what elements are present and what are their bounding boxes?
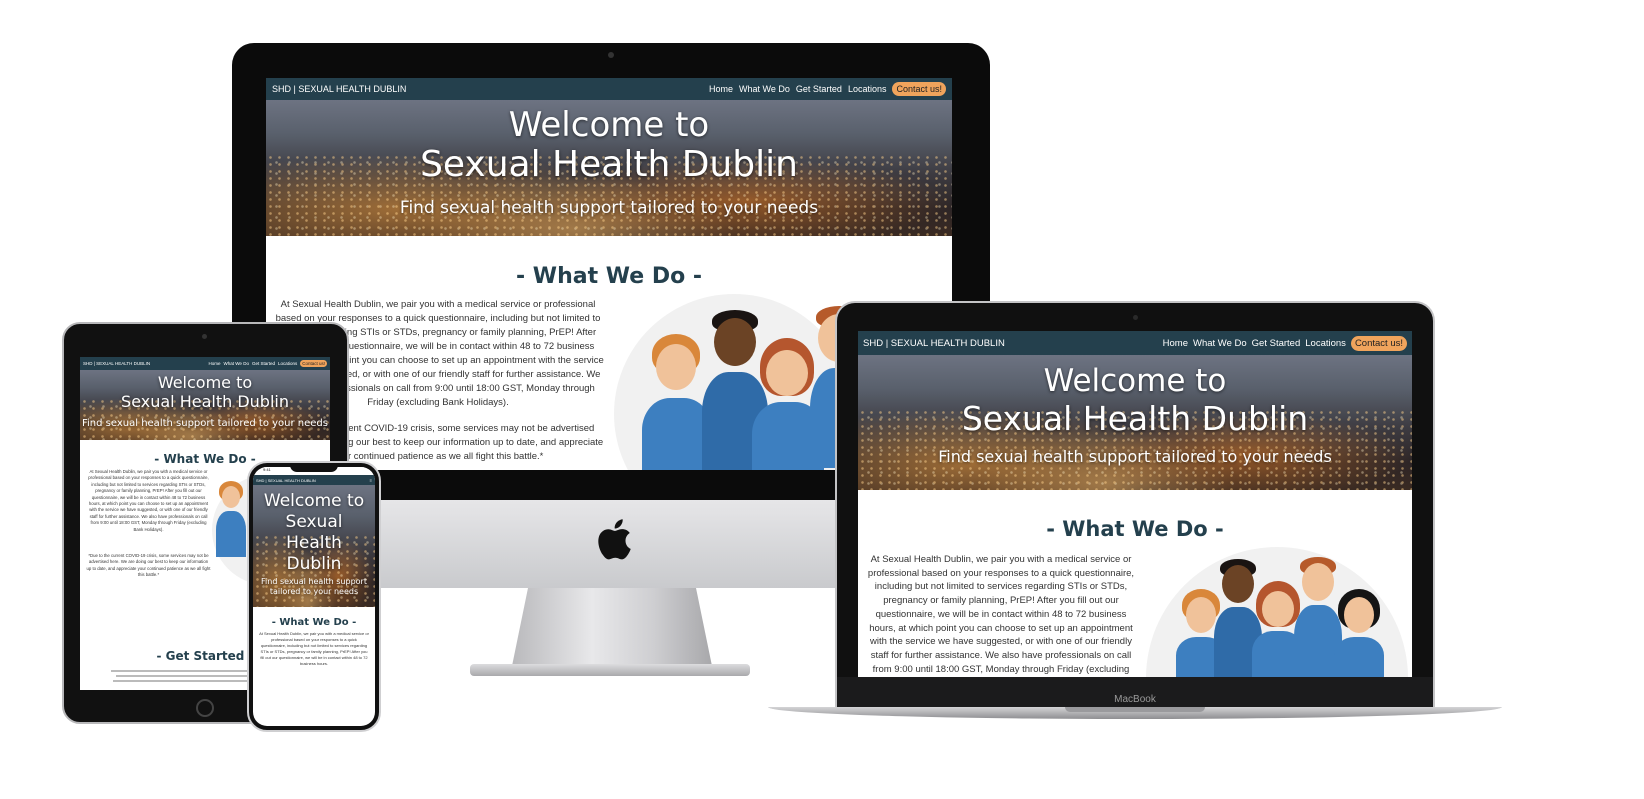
nav-get-started[interactable]: Get Started xyxy=(1252,338,1301,349)
menu-icon[interactable]: ≡ xyxy=(370,478,372,483)
hero-title-line2: Sexual Health Dublin xyxy=(121,392,289,411)
hero-title-line2: Sexual Health Dublin xyxy=(420,144,798,185)
macbook-notch xyxy=(1065,707,1205,712)
hero-title-line1: Welcome to xyxy=(508,105,710,145)
nav-locations[interactable]: Locations xyxy=(848,84,887,94)
imac-camera xyxy=(608,52,614,58)
ipad-camera xyxy=(202,334,207,339)
iphone-screen: 9:41 SHD | SEXUAL HEALTH DUBLIN ≡ Welcom… xyxy=(253,467,375,726)
navbar: SHD | SEXUAL HEALTH DUBLIN Home What We … xyxy=(858,331,1412,355)
hero-title-line1: Welcome to xyxy=(1043,363,1227,399)
apple-logo-icon xyxy=(598,519,631,560)
what-we-do-text: At Sexual Health Dublin, we pair you wit… xyxy=(259,631,369,666)
hero-banner: Welcome to Sexual Health Dublin Find sex… xyxy=(266,100,952,236)
nav-home[interactable]: Home xyxy=(209,361,221,366)
nurse-figure xyxy=(1334,589,1384,677)
macbook-camera xyxy=(1133,315,1138,320)
what-we-do-title: - What We Do - xyxy=(1046,517,1224,541)
ipad-home-button xyxy=(196,699,214,717)
nav-get-started[interactable]: Get Started xyxy=(252,361,275,366)
contact-button[interactable]: Contact us! xyxy=(892,82,946,96)
contact-button[interactable]: Contact us! xyxy=(300,360,327,367)
what-we-do-title: - What We Do - xyxy=(516,264,702,289)
imac-stand xyxy=(512,588,712,666)
nav-locations[interactable]: Locations xyxy=(278,361,297,366)
hero-banner: Welcome to Sexual Health Dublin Find sex… xyxy=(858,355,1412,490)
brand-logo[interactable]: SHD | SEXUAL HEALTH DUBLIN xyxy=(256,478,316,483)
hero-subtitle: Find sexual health support tailored to y… xyxy=(261,577,367,596)
hero-banner: Welcome to Sexual Health Dublin Find sex… xyxy=(80,370,330,440)
macbook-label: MacBook xyxy=(1114,694,1156,705)
nav-home[interactable]: Home xyxy=(1163,338,1188,349)
nav-get-started[interactable]: Get Started xyxy=(796,84,842,94)
navbar: SHD | SEXUAL HEALTH DUBLIN Home What We … xyxy=(266,78,952,100)
nav-locations[interactable]: Locations xyxy=(1305,338,1346,349)
nav-links: Home What We Do Get Started Locations Co… xyxy=(1158,335,1407,351)
navbar: SHD | SEXUAL HEALTH DUBLIN ≡ xyxy=(253,475,375,485)
nav-links: Home What We Do Get Started Locations Co… xyxy=(206,360,327,367)
nav-what-we-do[interactable]: What We Do xyxy=(739,84,790,94)
brand-logo[interactable]: SHD | SEXUAL HEALTH DUBLIN xyxy=(863,338,1005,349)
what-we-do-title: - What We Do - xyxy=(271,617,357,628)
macbook-screen: SHD | SEXUAL HEALTH DUBLIN Home What We … xyxy=(858,331,1412,677)
hero-title-line1: Welcome to xyxy=(263,491,365,511)
what-we-do-text: At Sexual Health Dublin, we pair you wit… xyxy=(867,554,1135,675)
hero-title-line2: Sexual Health Dublin xyxy=(961,399,1309,438)
navbar: SHD | SEXUAL HEALTH DUBLIN Home What We … xyxy=(80,357,330,370)
hero-title-line2: Sexual Health Dublin xyxy=(285,512,343,574)
contact-button[interactable]: Contact us! xyxy=(1350,335,1407,351)
hero-subtitle: Find sexual health support tailored to y… xyxy=(82,418,328,429)
nav-what-we-do[interactable]: What We Do xyxy=(1193,338,1247,349)
hero-title-line1: Welcome to xyxy=(157,373,253,392)
nav-home[interactable]: Home xyxy=(709,84,733,94)
hero-subtitle: Find sexual health support tailored to y… xyxy=(938,447,1332,466)
imac-base xyxy=(470,664,750,676)
brand-logo[interactable]: SHD | SEXUAL HEALTH DUBLIN xyxy=(272,84,406,94)
status-time: 9:41 xyxy=(263,467,271,472)
hero-banner: Welcome to Sexual Health Dublin Find sex… xyxy=(253,485,375,607)
covid-notice: *Due to the current COVID-19 crisis, som… xyxy=(86,553,211,578)
nav-what-we-do[interactable]: What We Do xyxy=(224,361,249,366)
brand-logo[interactable]: SHD | SEXUAL HEALTH DUBLIN xyxy=(83,361,150,366)
hero-subtitle: Find sexual health support tailored to y… xyxy=(399,198,819,218)
nav-links: Home What We Do Get Started Locations Co… xyxy=(703,82,946,96)
what-we-do-text: At Sexual Health Dublin, we pair you wit… xyxy=(88,469,209,532)
nurse-figure xyxy=(216,481,246,557)
iphone-notch xyxy=(290,464,338,472)
